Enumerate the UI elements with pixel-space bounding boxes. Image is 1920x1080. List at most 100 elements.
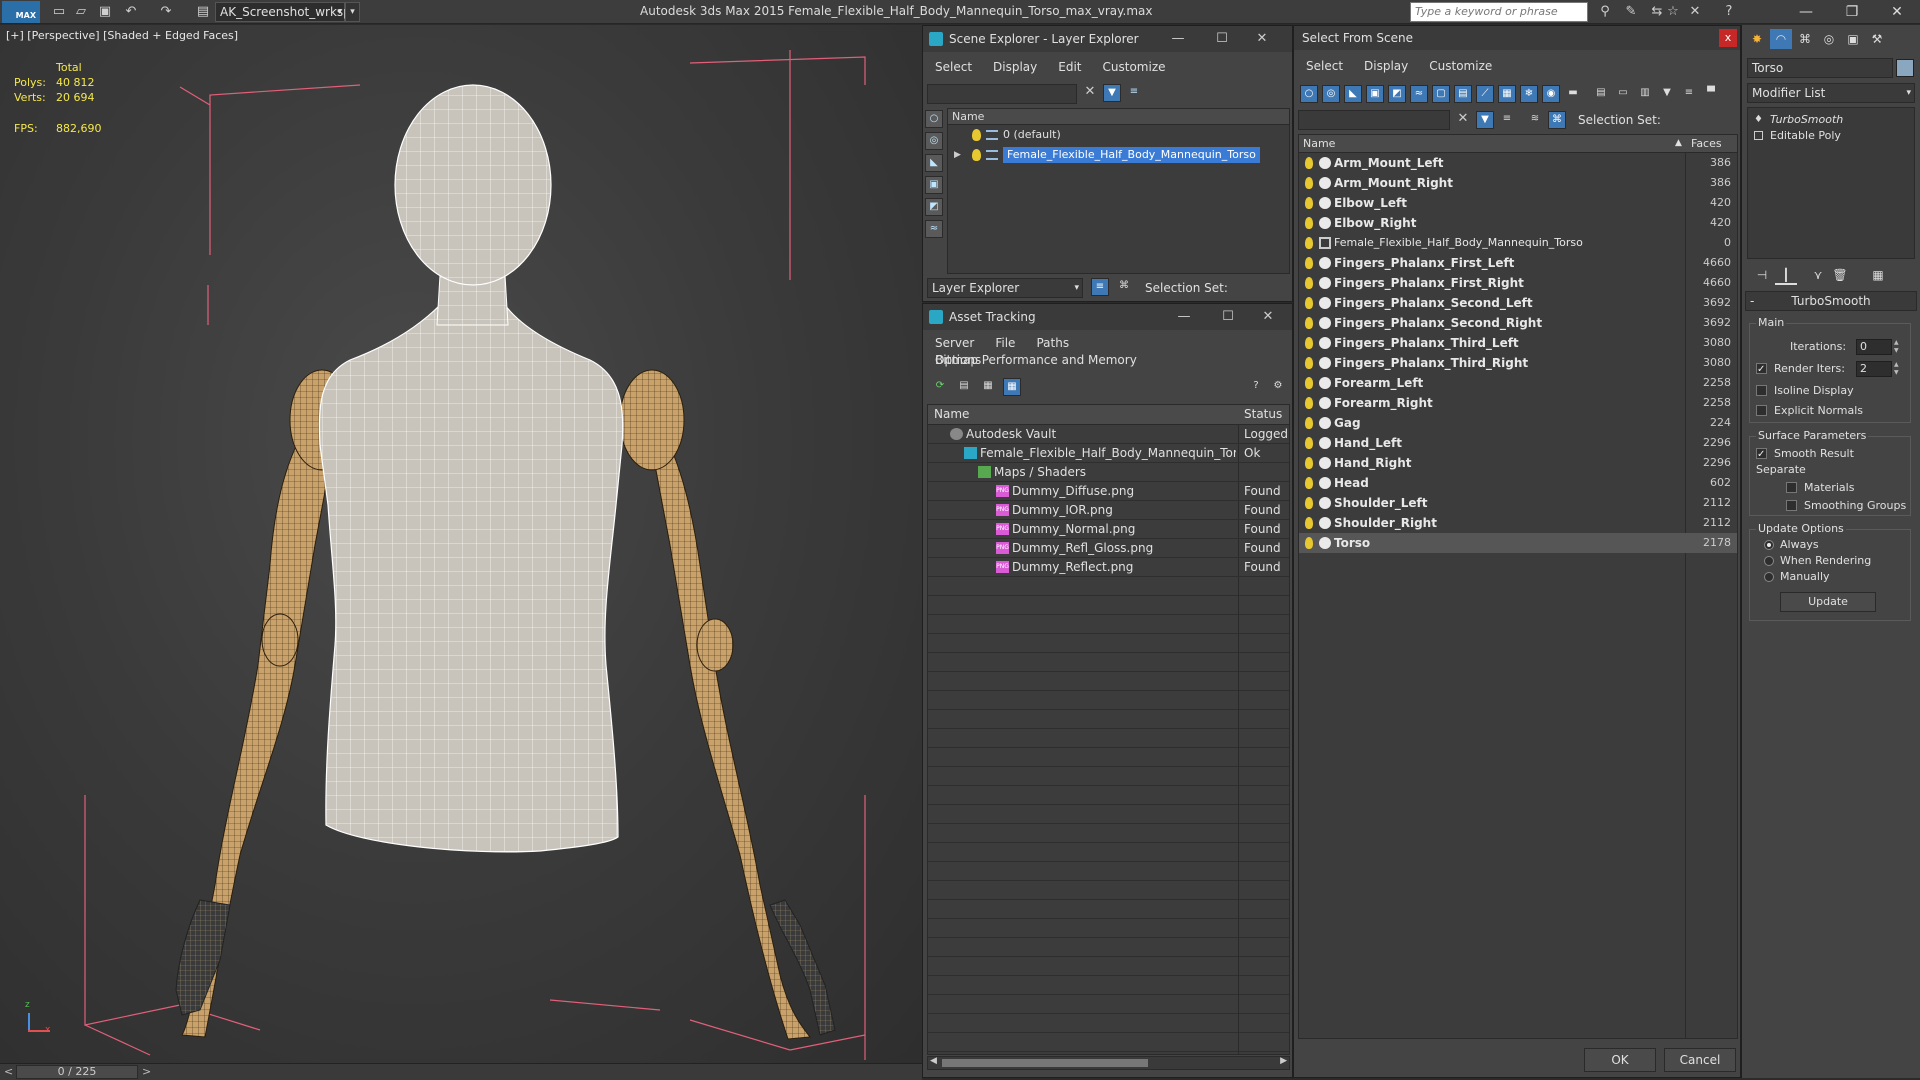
bulb-icon[interactable] — [1305, 177, 1313, 189]
horizontal-scrollbar[interactable]: ◀ ▶ — [927, 1056, 1290, 1070]
table-row[interactable]: Elbow_Right 420 — [1299, 213, 1737, 233]
time-prev-button[interactable]: < — [4, 1065, 13, 1078]
table-row[interactable]: Fingers_Phalanx_First_Left 4660 — [1299, 253, 1737, 273]
help-icon[interactable]: ? — [1247, 378, 1265, 396]
isoline-checkbox[interactable] — [1756, 385, 1767, 396]
bulb-icon[interactable] — [1305, 357, 1313, 369]
thumbnail-view-icon[interactable]: ▦ — [979, 378, 997, 396]
materials-checkbox[interactable] — [1786, 482, 1797, 493]
lights-filter-icon[interactable]: ◣ — [1344, 85, 1362, 103]
layer-row-default[interactable]: 0 (default) — [948, 125, 1289, 145]
explorer-type-select[interactable]: Layer Explorer ▾ — [927, 278, 1083, 298]
app-logo[interactable]: MAX — [2, 1, 40, 23]
iterations-spinner[interactable]: 0 — [1856, 339, 1892, 355]
object-color-swatch[interactable] — [1896, 59, 1914, 77]
table-row[interactable]: Shoulder_Left 2112 — [1299, 493, 1737, 513]
scroll-left-icon[interactable]: ◀ — [930, 1056, 937, 1066]
create-tab-icon[interactable]: ✸ — [1746, 29, 1768, 49]
bones-filter-icon[interactable]: ⟋ — [1476, 85, 1494, 103]
select-invert-icon[interactable]: ▥ — [1636, 85, 1654, 103]
menu-select[interactable]: Select — [1294, 56, 1352, 73]
frozen-filter-icon[interactable]: ❄ — [1520, 85, 1538, 103]
scroll-right-icon[interactable]: ▶ — [1280, 1056, 1287, 1066]
search-input[interactable]: Type a keyword or phrase — [1410, 2, 1588, 22]
cameras-filter-icon[interactable]: ▣ — [1366, 85, 1384, 103]
binoculars-icon[interactable]: ⚲ — [1596, 3, 1614, 21]
bulb-icon[interactable] — [1305, 237, 1313, 249]
render-iters-checkbox[interactable] — [1756, 361, 1767, 379]
table-row[interactable]: Hand_Left 2296 — [1299, 433, 1737, 453]
list-view-icon[interactable]: ▤ — [955, 378, 973, 396]
update-button[interactable]: Update — [1780, 592, 1876, 612]
layer-options-icon[interactable]: ≡ — [1125, 84, 1143, 102]
geometry-filter-icon[interactable]: ○ — [1300, 85, 1318, 103]
layer-options-icon[interactable]: ≡ — [1498, 111, 1516, 129]
show-end-result-icon[interactable]: ┃ — [1775, 265, 1797, 285]
render-iters-spinner[interactable]: 2 — [1856, 361, 1892, 377]
table-row[interactable]: Fingers_Phalanx_Second_Left 3692 — [1299, 293, 1737, 313]
table-row[interactable]: Female_Flexible_Half_Body_Mannequin_Tors… — [928, 444, 1289, 463]
collapse-icon[interactable]: ▀ — [1702, 85, 1720, 103]
layer-row-mannequin[interactable]: ▶ Female_Flexible_Half_Body_Mannequin_To… — [948, 145, 1289, 165]
table-row[interactable]: Arm_Mount_Left 386 — [1299, 153, 1737, 173]
hierarchy-tab-icon[interactable]: ⌘ — [1794, 29, 1816, 49]
hidden-filter-icon[interactable]: ◉ — [1542, 85, 1560, 103]
find-input[interactable] — [927, 84, 1077, 104]
bulb-icon[interactable] — [972, 149, 981, 161]
bulb-icon[interactable] — [1305, 397, 1313, 409]
bulb-icon[interactable] — [1305, 537, 1313, 549]
hierarchy-view-icon[interactable]: ⌘ — [1115, 278, 1133, 296]
layer-list-header[interactable]: Name — [948, 109, 1289, 125]
layer-view-icon[interactable]: ≋ — [1526, 111, 1544, 129]
bulb-icon[interactable] — [1305, 377, 1313, 389]
bulb-icon[interactable] — [1305, 197, 1313, 209]
maximize-button[interactable]: ☐ — [1209, 29, 1235, 49]
minimize-button[interactable]: — — [1783, 0, 1829, 24]
pin-stack-icon[interactable]: ⊣ — [1751, 265, 1773, 285]
table-row[interactable]: Forearm_Right 2258 — [1299, 393, 1737, 413]
project-folder-icon[interactable]: ▤ — [194, 3, 212, 21]
perspective-viewport[interactable]: [+] [Perspective] [Shaded + Edged Faces]… — [0, 25, 922, 1063]
bulb-icon[interactable] — [972, 129, 981, 141]
maximize-button[interactable]: ☐ — [1215, 307, 1241, 327]
favorites-star-icon[interactable]: ☆ — [1664, 3, 1682, 21]
table-row[interactable]: Fingers_Phalanx_Third_Right 3080 — [1299, 353, 1737, 373]
display-spacewarps-icon[interactable]: ≈ — [925, 220, 943, 238]
minimize-button[interactable]: — — [1165, 29, 1191, 49]
groups-filter-icon[interactable]: ▢ — [1432, 85, 1450, 103]
clear-icon[interactable]: ✕ — [1081, 84, 1099, 102]
stack-item-turbosmooth[interactable]: ♦ TurboSmooth — [1748, 112, 1914, 128]
help-icon[interactable]: ? — [1720, 3, 1738, 21]
menu-paths[interactable]: Paths — [1024, 333, 1078, 350]
explicit-normals-checkbox[interactable] — [1756, 405, 1767, 416]
bulb-icon[interactable] — [1305, 517, 1313, 529]
scrollbar-thumb[interactable] — [942, 1059, 1148, 1067]
smoothing-groups-checkbox[interactable] — [1786, 500, 1797, 511]
bulb-icon[interactable] — [1305, 337, 1313, 349]
spinner-arrows-icon[interactable]: ▲ ▼ — [1894, 361, 1902, 377]
stack-item-editable-poly[interactable]: Editable Poly — [1748, 128, 1914, 144]
filter-icon[interactable]: ▼ — [1103, 84, 1121, 102]
minimize-button[interactable]: — — [1171, 307, 1197, 327]
funnel-icon[interactable]: ▼ — [1658, 85, 1676, 103]
table-row[interactable]: PNG Dummy_IOR.png Found — [928, 501, 1289, 520]
motion-tab-icon[interactable]: ◎ — [1818, 29, 1840, 49]
bulb-icon[interactable] — [1305, 417, 1313, 429]
menu-display[interactable]: Display — [981, 57, 1046, 74]
make-unique-icon[interactable]: ⋎ — [1807, 265, 1829, 285]
spinner-arrows-icon[interactable]: ▲ ▼ — [1894, 339, 1902, 355]
display-cameras-icon[interactable]: ▣ — [925, 176, 943, 194]
display-helpers-icon[interactable]: ◩ — [925, 198, 943, 216]
ok-button[interactable]: OK — [1584, 1048, 1656, 1072]
shapes-filter-icon[interactable]: ◎ — [1322, 85, 1340, 103]
workspace-select[interactable]: AK_Screenshot_wrksp ▾ — [215, 2, 351, 22]
table-view-icon[interactable]: ▦ — [1003, 378, 1021, 396]
viewport-label[interactable]: [+] [Perspective] [Shaded + Edged Faces] — [6, 29, 238, 42]
table-row[interactable]: Torso 2178 — [1299, 533, 1737, 553]
column-faces[interactable]: Faces — [1691, 135, 1722, 152]
menu-customize[interactable]: Customize — [1417, 56, 1501, 73]
display-shapes-icon[interactable]: ◎ — [925, 132, 943, 150]
open-file-icon[interactable]: ▱ — [72, 3, 90, 21]
menu-server[interactable]: Server — [923, 333, 983, 350]
display-all-icon[interactable]: ▬ — [1564, 85, 1582, 103]
